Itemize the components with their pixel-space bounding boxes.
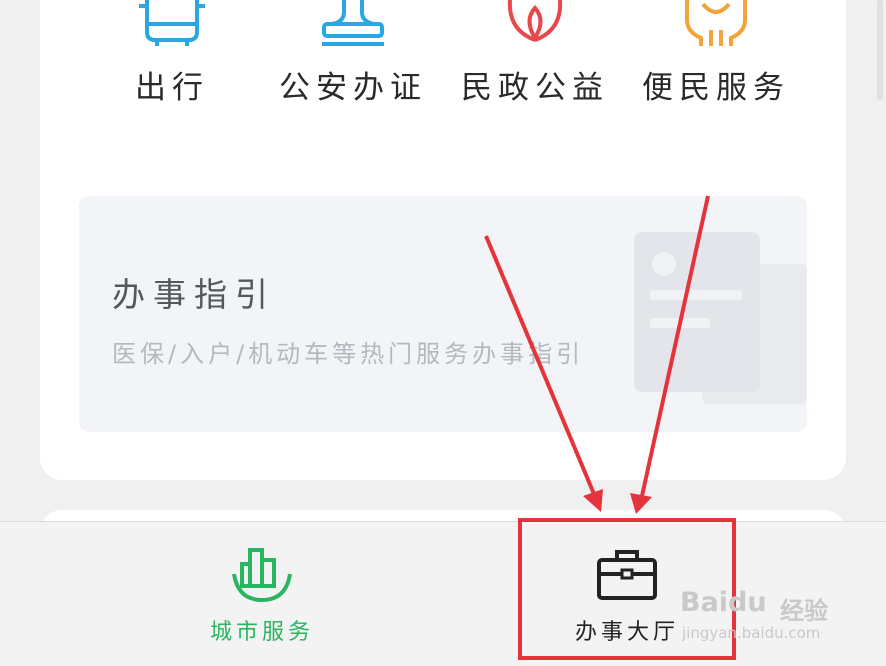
- watermark-url: jingyan.baidu.com: [682, 624, 821, 642]
- watermark-brand: Baidu: [680, 587, 767, 618]
- baidu-jingyan-watermark: Baidu 经验 jingyan.baidu.com: [672, 575, 872, 645]
- watermark-text: 经验: [780, 597, 828, 625]
- annotation-arrows: [484, 195, 710, 514]
